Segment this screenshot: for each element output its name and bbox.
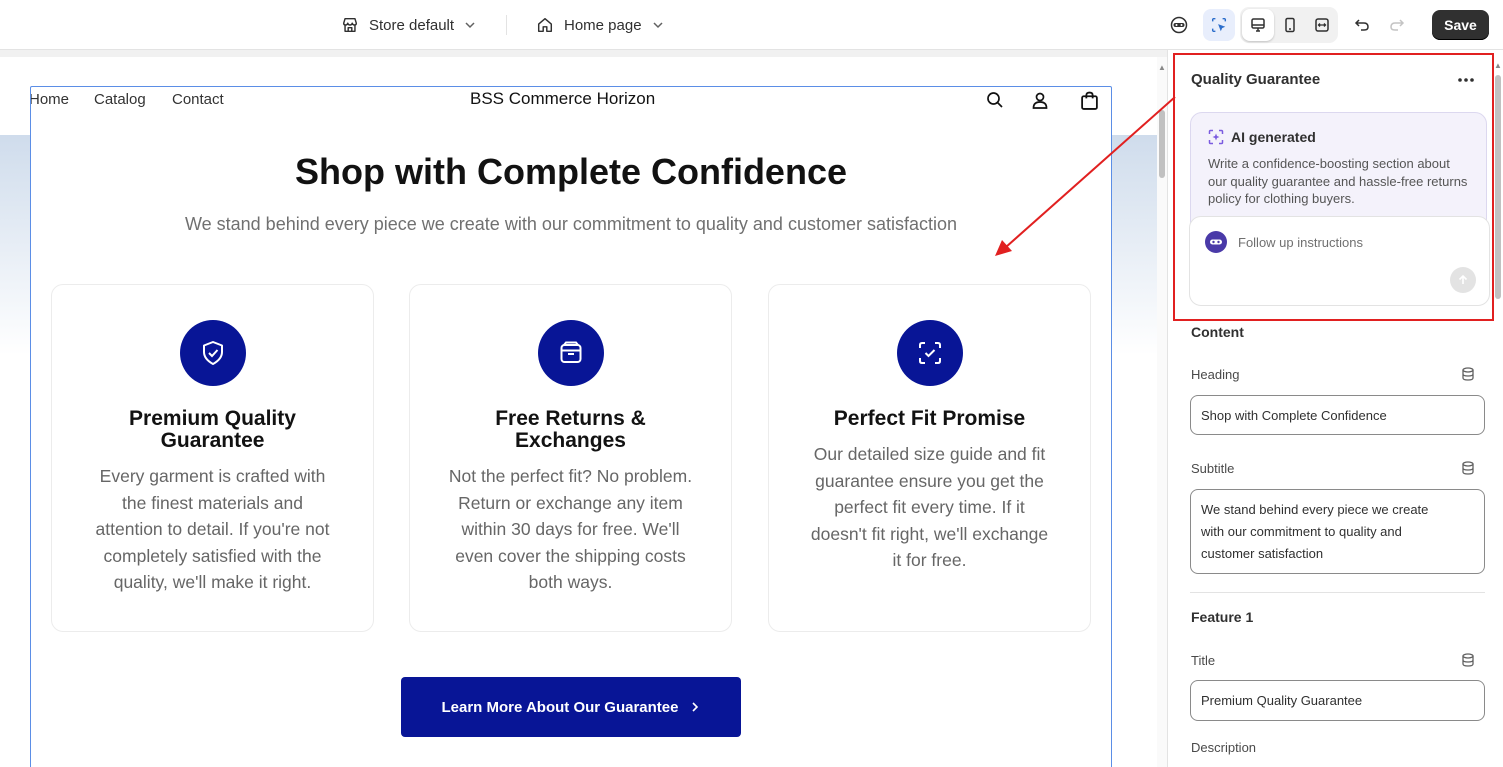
chevron-down-icon (465, 22, 475, 29)
dynamic-source-button[interactable] (1460, 366, 1476, 382)
mobile-view-button[interactable] (1274, 9, 1306, 41)
ai-generated-header: AI generated (1208, 129, 1316, 145)
learn-more-button[interactable]: Learn More About Our Guarantee (401, 677, 741, 737)
mobile-icon (1285, 17, 1295, 33)
panel-title: Quality Guarantee (1191, 71, 1321, 88)
cart-icon[interactable] (1078, 89, 1100, 111)
expand-width-icon (1315, 18, 1329, 32)
section-heading: Shop with Complete Confidence (294, 151, 847, 192)
database-icon (1462, 461, 1474, 475)
heading-input[interactable]: Shop with Complete Confidence (1190, 395, 1485, 435)
followup-input[interactable] (1238, 231, 1458, 253)
editor-topbar: Store default Home page Save (0, 0, 1503, 50)
database-icon (1462, 653, 1474, 667)
robot-avatar-icon (1170, 16, 1188, 34)
section-subtitle: We stand behind every piece we create wi… (184, 214, 958, 234)
ai-prompt-text: Write a confidence-boosting section abou… (1208, 156, 1468, 206)
preview-scroll-thumb[interactable] (1159, 110, 1165, 178)
topbar-divider (506, 15, 507, 35)
redo-button[interactable] (1381, 9, 1413, 41)
desktop-icon (1251, 18, 1265, 32)
scroll-up-icon[interactable]: ▲ (1494, 61, 1502, 70)
home-icon (537, 17, 553, 33)
feature-title: Perfect Fit Promise (833, 407, 1026, 430)
select-cursor-icon (1211, 17, 1227, 33)
nav-link-home[interactable]: Home (29, 91, 69, 108)
feature-icon-badge (179, 320, 246, 386)
ai-avatar-icon (1205, 231, 1227, 253)
feature-title-input[interactable]: Premium Quality Guarantee (1190, 680, 1485, 721)
storefront-preview: Home Catalog Contact BSS Commerce Horizo… (0, 57, 1157, 767)
feature-description: Not the perfect fit? No problem. Return … (448, 466, 693, 592)
save-button[interactable]: Save (1432, 10, 1489, 40)
fullwidth-view-button[interactable] (1306, 9, 1338, 41)
scan-check-icon (918, 342, 941, 364)
arrow-up-icon (1458, 274, 1468, 284)
search-icon[interactable] (984, 89, 1006, 111)
dynamic-source-button[interactable] (1460, 652, 1476, 668)
learn-more-label: Learn More About Our Guarantee (441, 698, 679, 716)
feature-title: Free Returns & Exchanges (495, 407, 646, 452)
nav-link-catalog[interactable]: Catalog (94, 91, 146, 108)
dynamic-source-button[interactable] (1460, 460, 1476, 476)
feature-card: Perfect Fit Promise Our detailed size gu… (768, 284, 1091, 632)
more-horizontal-icon (1458, 78, 1474, 82)
desktop-view-button[interactable] (1242, 9, 1274, 41)
feature-description: Every garment is crafted with the finest… (95, 466, 330, 592)
page-selector[interactable]: Home page (536, 0, 664, 50)
send-button[interactable] (1450, 267, 1476, 293)
feature-card: Premium Quality Guarantee Every garment … (51, 284, 374, 632)
ai-generated-label: AI generated (1231, 129, 1316, 145)
nav-link-contact[interactable]: Contact (172, 91, 224, 108)
ai-assistant-button[interactable] (1163, 9, 1195, 41)
store-selector[interactable]: Store default (341, 0, 476, 50)
store-selector-label: Store default (369, 16, 455, 34)
store-icon (342, 17, 358, 33)
more-options-button[interactable] (1452, 68, 1480, 92)
undo-icon (1354, 19, 1369, 31)
shield-check-icon (202, 341, 223, 365)
panel-divider (1190, 592, 1485, 593)
subtitle-textarea[interactable]: We stand behind every piece we create wi… (1190, 489, 1485, 574)
store-header: Home Catalog Contact BSS Commerce Horizo… (0, 57, 1157, 135)
feature-icon-badge (537, 320, 604, 386)
feature-card: Free Returns & Exchanges Not the perfect… (409, 284, 732, 632)
box-icon (560, 341, 581, 363)
feature-description: Our detailed size guide and fit guarante… (810, 444, 1049, 570)
scroll-up-icon[interactable]: ▲ (1158, 63, 1166, 72)
ai-generated-box: AI generated Write a confidence-boosting… (1189, 112, 1490, 306)
ai-sparkle-icon (1208, 129, 1224, 145)
panel-scrollbar[interactable]: ▲ (1494, 57, 1503, 767)
feature-title: Premium Quality Guarantee (129, 407, 296, 452)
description-field-label: Description (1191, 740, 1257, 755)
feature1-group-label: Feature 1 (1191, 609, 1254, 625)
chevron-down-icon (653, 22, 663, 29)
store-name[interactable]: BSS Commerce Horizon (470, 89, 655, 109)
undo-button[interactable] (1346, 9, 1378, 41)
inspector-toggle-button[interactable] (1203, 9, 1235, 41)
database-icon (1462, 367, 1474, 381)
title-field-label: Title (1191, 653, 1216, 668)
chevron-right-icon (692, 702, 699, 712)
section-settings-panel: Quality Guarantee AI generated Write a c… (1167, 50, 1503, 767)
heading-field-label: Heading (1191, 367, 1240, 382)
panel-scroll-thumb[interactable] (1495, 75, 1501, 299)
preview-scrollbar[interactable]: ▲ (1157, 57, 1167, 767)
viewport-toggle-group (1240, 7, 1338, 43)
feature-icon-badge (896, 320, 963, 386)
ai-followup-box (1189, 216, 1490, 306)
redo-icon (1390, 19, 1405, 31)
subtitle-field-label: Subtitle (1191, 461, 1235, 476)
account-icon[interactable] (1029, 89, 1051, 111)
content-group-label: Content (1191, 324, 1244, 340)
page-selector-label: Home page (564, 16, 642, 34)
